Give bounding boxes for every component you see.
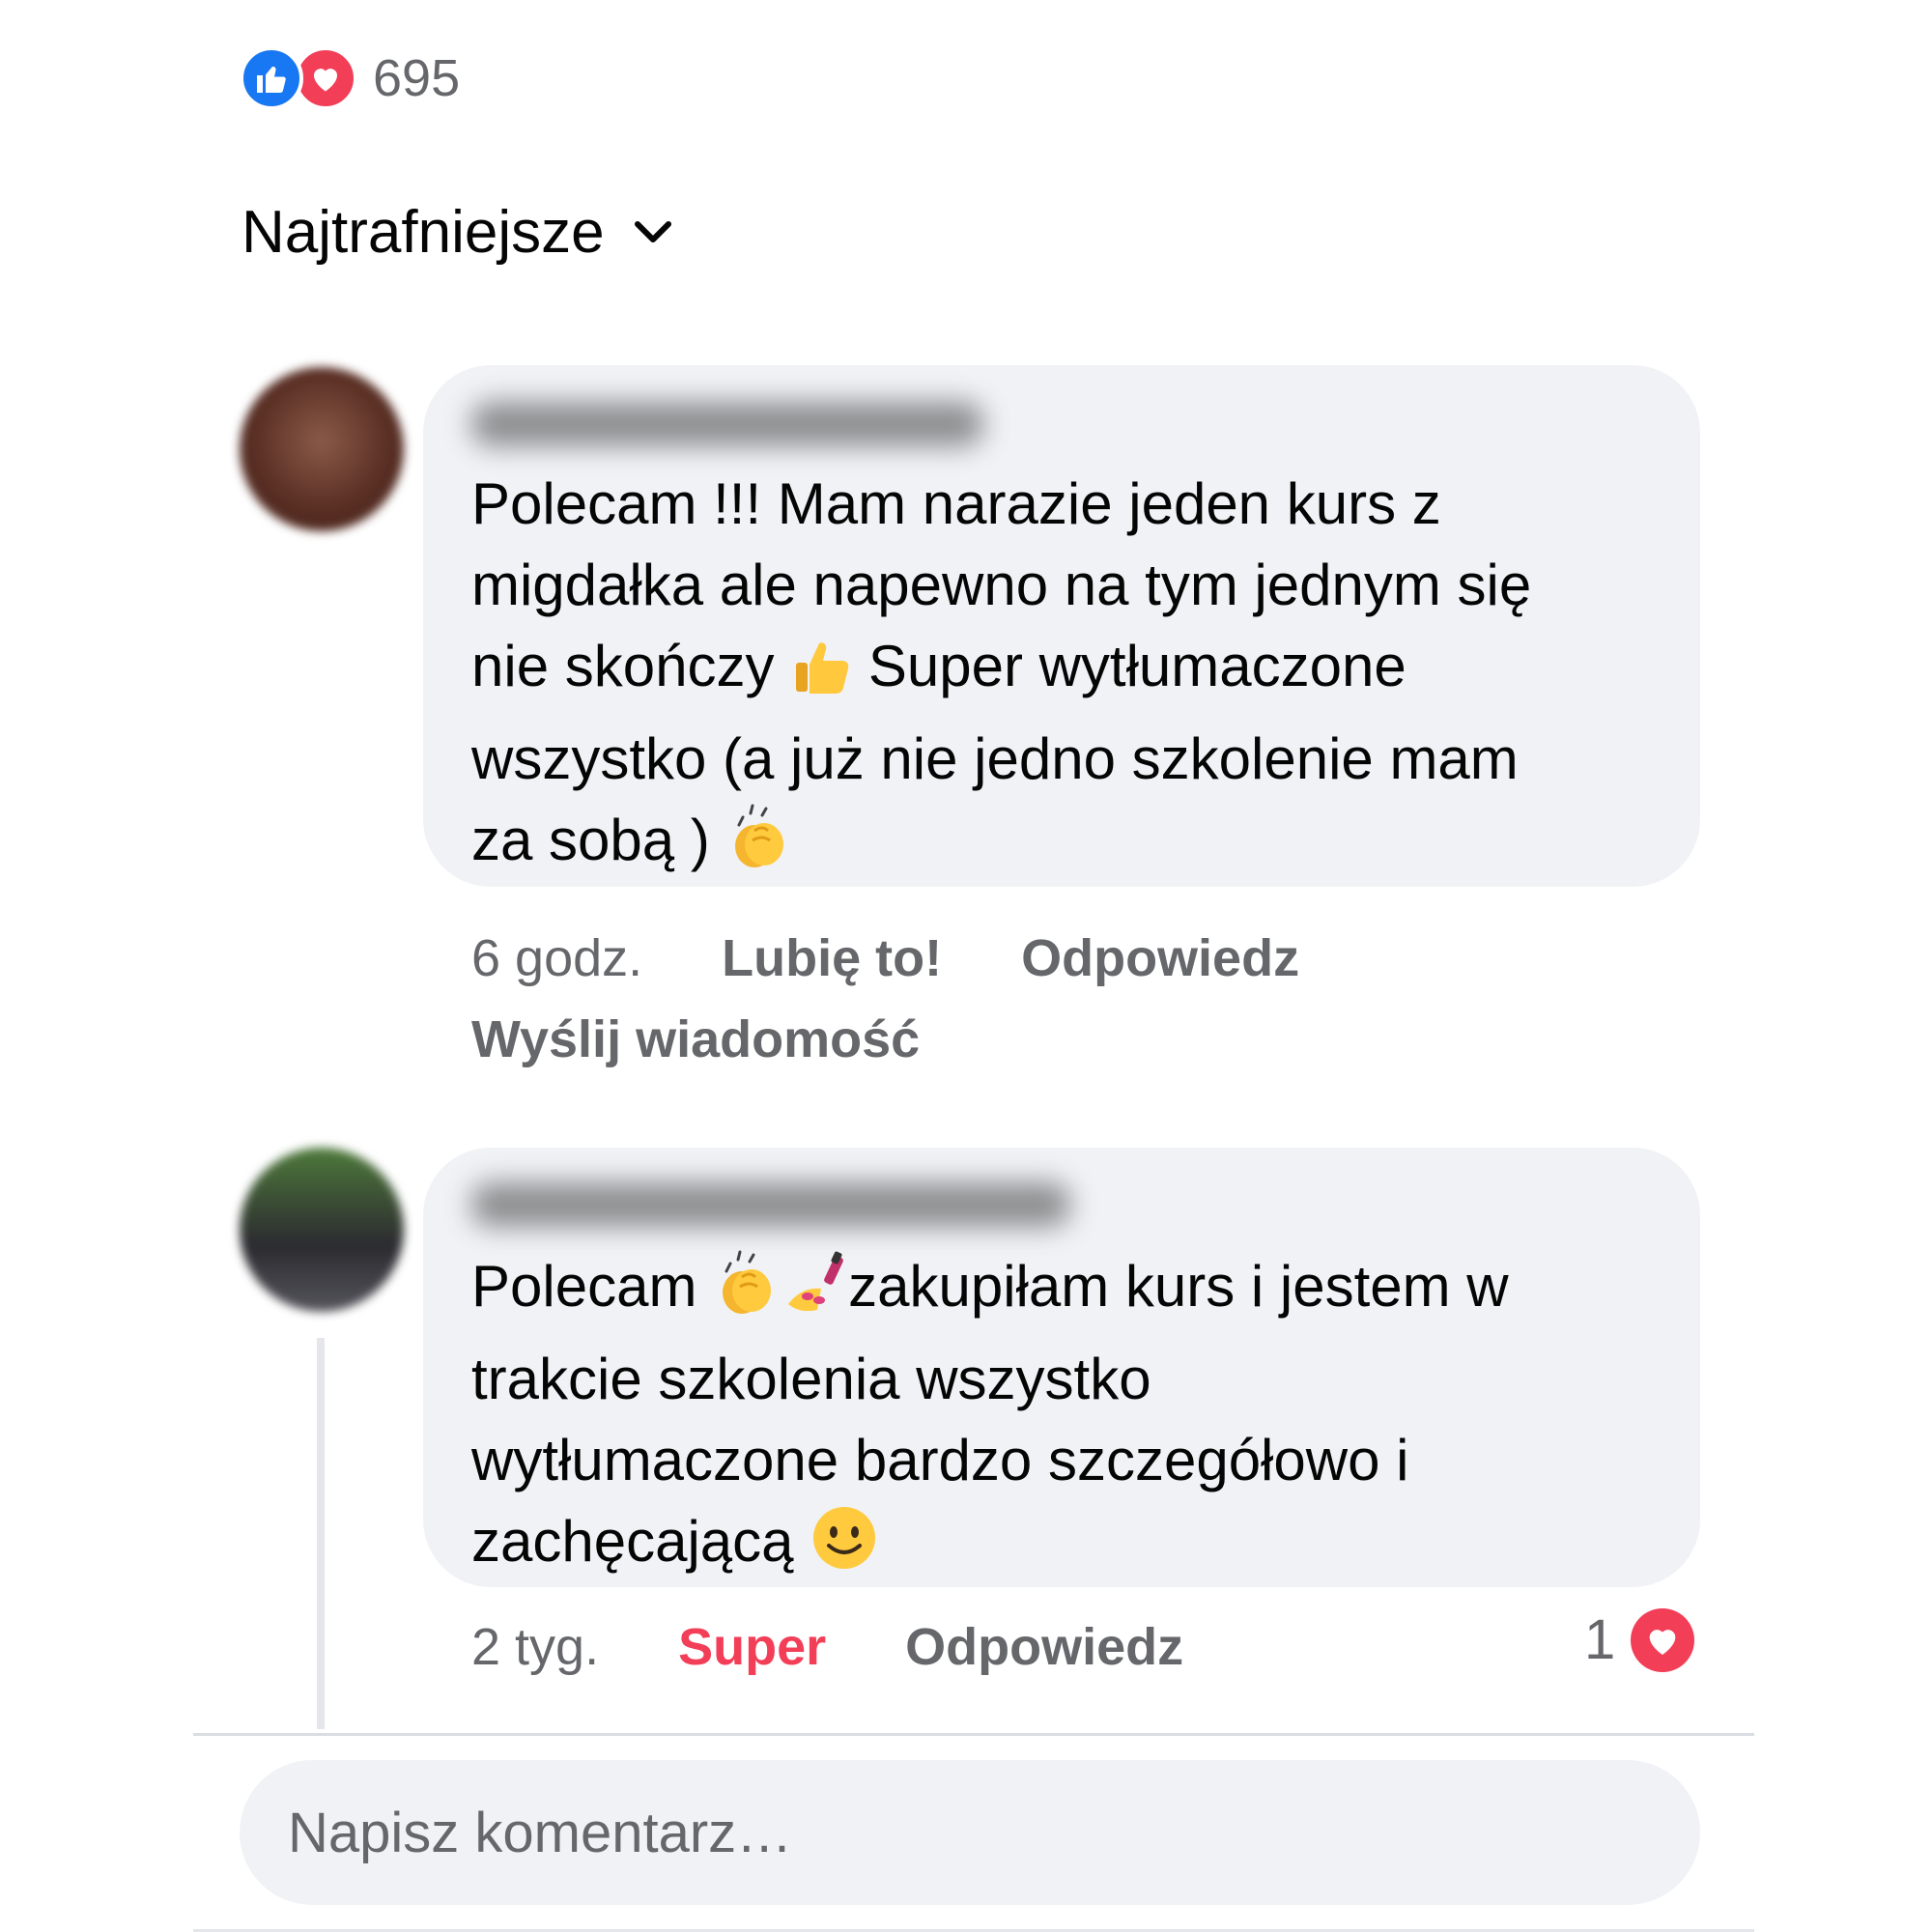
smiling-face-emoji — [810, 1503, 879, 1594]
comment-reaction-summary[interactable]: 1 — [1584, 1607, 1695, 1672]
clapping-hands-emoji — [725, 804, 793, 893]
comment-actions: 6 godz. Lubię to! Odpowiedz Wyślij wiado… — [471, 918, 1437, 1080]
sort-label: Najtrafniejsze — [242, 199, 605, 266]
thumbs-up-emoji — [790, 636, 852, 719]
thread-line — [317, 1338, 325, 1729]
divider — [193, 1733, 1754, 1736]
reaction-count: 695 — [373, 49, 461, 107]
comment-timestamp[interactable]: 2 tyg. — [471, 1613, 599, 1681]
super-reaction-button[interactable]: Super — [678, 1613, 826, 1681]
comment-actions: 2 tyg. Super Odpowiedz — [471, 1613, 1183, 1681]
like-icon — [240, 46, 303, 110]
chevron-down-icon — [634, 213, 672, 252]
comment-input[interactable] — [240, 1760, 1700, 1905]
send-message-button[interactable]: Wyślij wiadomość — [471, 999, 920, 1080]
comment-timestamp[interactable]: 6 godz. — [471, 918, 642, 999]
author-name-blurred[interactable] — [471, 402, 983, 446]
love-icon — [1631, 1607, 1695, 1672]
comment-reaction-count: 1 — [1584, 1608, 1616, 1671]
like-button[interactable]: Lubię to! — [722, 918, 942, 999]
comments-panel: 695 Najtrafniejsze Polecam !!! Mam naraz… — [0, 0, 1932, 1932]
sort-dropdown[interactable]: Najtrafniejsze — [242, 198, 672, 267]
clapping-hands-emoji — [713, 1250, 781, 1339]
avatar[interactable] — [240, 1148, 404, 1312]
comment-text: Polecam !!! Mam narazie jeden kurs z mig… — [471, 464, 1669, 893]
reply-button[interactable]: Odpowiedz — [905, 1613, 1183, 1681]
reactions-summary[interactable]: 695 — [240, 46, 460, 110]
avatar[interactable] — [240, 367, 404, 531]
nail-polish-emoji — [781, 1250, 848, 1339]
comment-text: Polecam zakupiłam kurs i jestem w trakci… — [471, 1246, 1669, 1594]
author-name-blurred[interactable] — [471, 1182, 1070, 1227]
reply-button[interactable]: Odpowiedz — [1021, 918, 1299, 999]
